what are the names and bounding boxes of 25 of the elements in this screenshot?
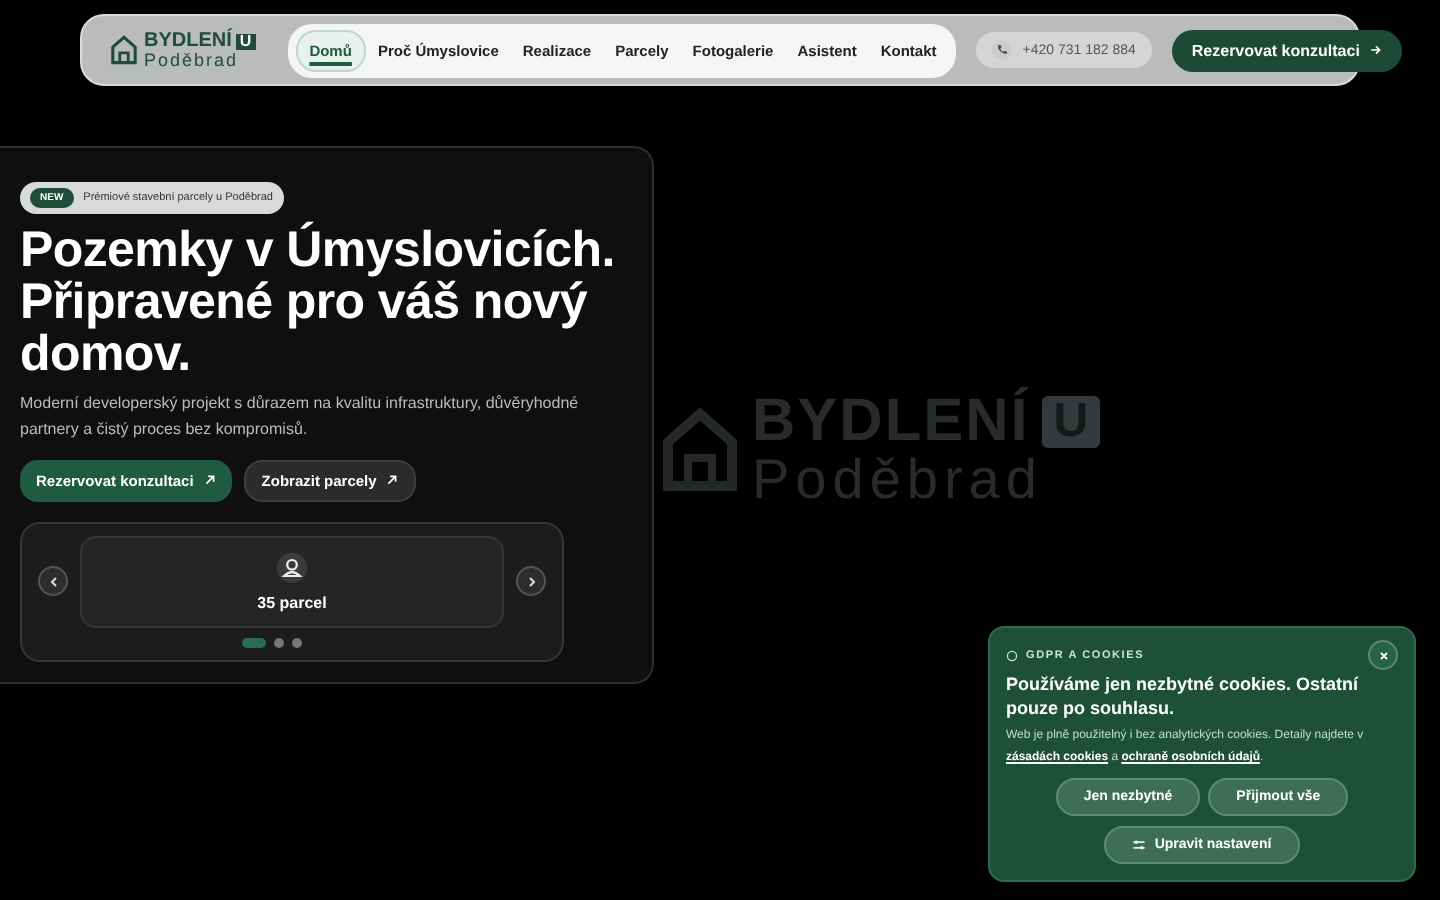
arrow-icon	[203, 474, 216, 487]
chevron-left-icon	[47, 575, 59, 588]
arrow-icon	[1369, 44, 1382, 56]
arrow-icon	[386, 474, 399, 487]
hero-title: Pozemky v Úmyslovicích. Připravené pro váš nový domov.	[20, 226, 617, 381]
phone-icon	[992, 40, 1013, 60]
person-icon	[276, 551, 308, 584]
carousel-dot[interactable]	[274, 637, 284, 648]
sliders-icon	[1132, 838, 1147, 853]
carousel-dot[interactable]	[292, 637, 302, 648]
logo-place: Poděbrad	[144, 51, 241, 69]
close-button[interactable]	[1368, 640, 1398, 670]
cookie-title: Používáme jen nezbytné cookies. Ostatní pouze po souhlasu.	[1006, 672, 1361, 721]
logo-badge: U	[235, 33, 256, 49]
next-button[interactable]	[516, 566, 546, 597]
hero-description: Moderní developerský projekt s důrazem na kvalitu infrastruktury, důvěryhodné partnery a čistý proces bez kompromisů.	[20, 392, 581, 443]
house-icon	[110, 34, 138, 66]
logo-wordmark: BYDLENÍ	[144, 31, 232, 51]
consultation-button[interactable]: Rezervovat konzultaci	[1171, 29, 1402, 71]
stat-label: 35 parcel	[257, 593, 327, 612]
previous-button[interactable]	[38, 566, 68, 597]
house-icon	[660, 406, 740, 494]
chevron-right-icon	[525, 575, 537, 588]
cookie-icon	[1006, 649, 1018, 661]
close-icon	[1377, 649, 1389, 661]
